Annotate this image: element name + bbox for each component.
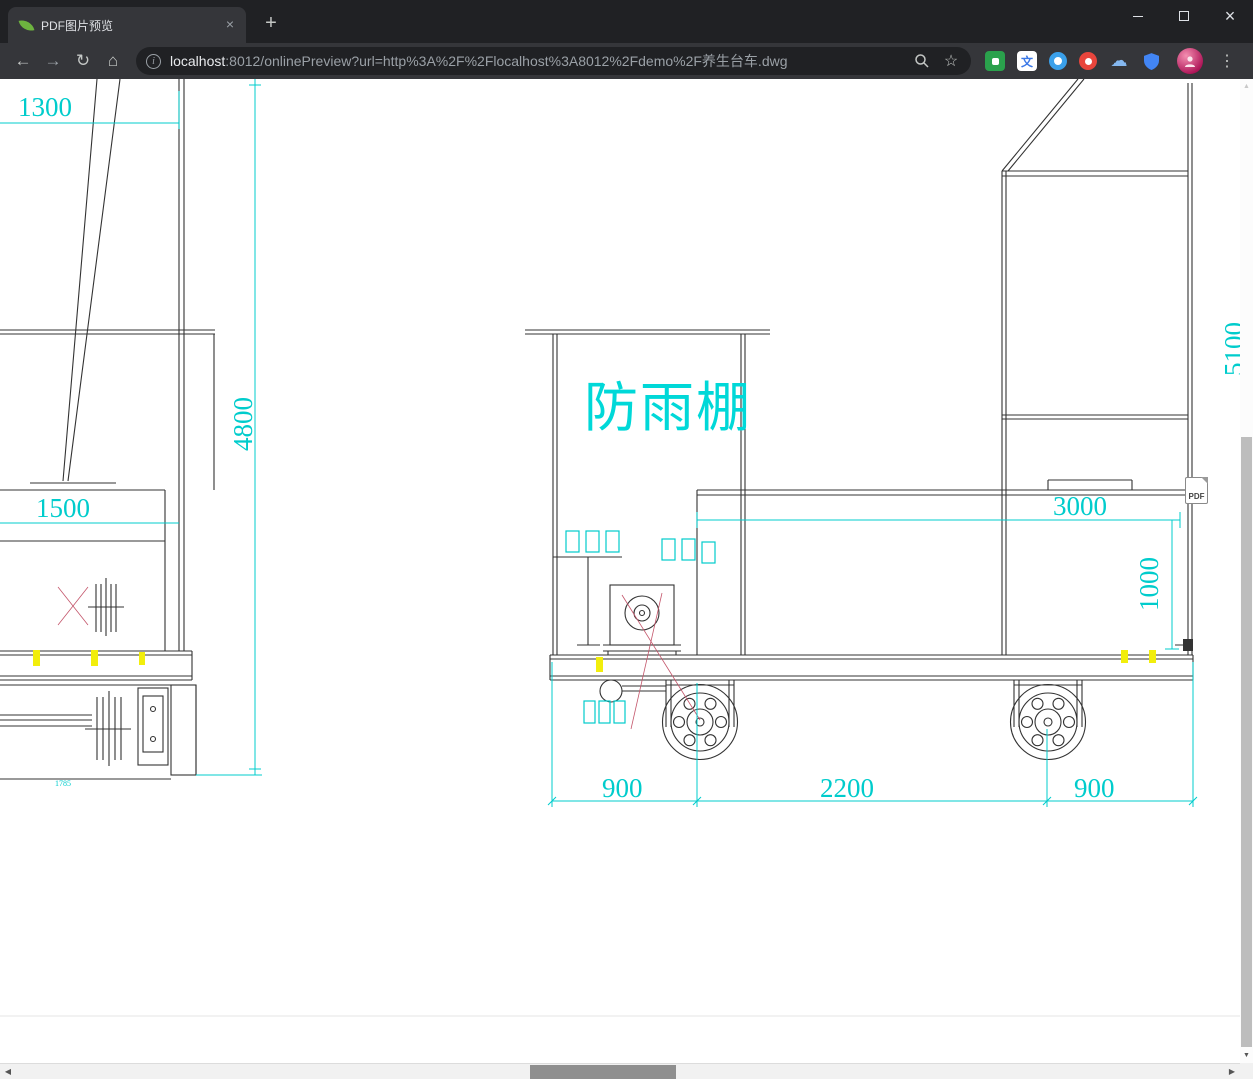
bookmark-star-icon[interactable]: ☆: [941, 51, 961, 71]
pdf-preview-page: 1300 4800 1500 5100 3000 1000 900 2200 9…: [0, 79, 1253, 1079]
cloud-extension-icon[interactable]: ☁: [1109, 51, 1129, 71]
right-structure-linework: [696, 79, 1193, 655]
tab-close-icon[interactable]: ×: [222, 17, 238, 33]
scrollbar-corner: [1240, 1063, 1253, 1079]
tab-title: PDF图片预览: [41, 18, 114, 33]
scroll-left-icon[interactable]: ◀: [0, 1064, 16, 1079]
zoom-icon[interactable]: [912, 51, 932, 71]
minimize-icon: [1133, 15, 1143, 17]
dimension-labels: 1300 4800 1500 5100 3000 1000 900 2200 9…: [18, 92, 1240, 803]
dim-1300: 1300: [18, 92, 72, 122]
dim-small: 1785: [55, 779, 71, 788]
blue-circle-extension-icon[interactable]: [1049, 52, 1067, 70]
pdf-file-badge-icon[interactable]: PDF: [1185, 477, 1208, 504]
dim-1500: 1500: [36, 493, 90, 523]
scroll-right-icon[interactable]: ▶: [1224, 1064, 1240, 1079]
url-path: :8012/onlinePreview?url=http%3A%2F%2Floc…: [225, 53, 788, 69]
red-extension-icon[interactable]: [1079, 52, 1097, 70]
dim-900-left: 900: [602, 773, 643, 803]
dim-4800: 4800: [228, 397, 258, 451]
left-structure-linework: [0, 79, 215, 780]
back-button[interactable]: ←: [8, 47, 38, 75]
reload-button[interactable]: ↻: [68, 47, 98, 75]
yellow-highlights: [33, 650, 1156, 672]
shield-extension-icon[interactable]: [1141, 51, 1161, 71]
extensions-area: 文 ☁ ⋮: [979, 47, 1245, 75]
close-button[interactable]: ×: [1207, 0, 1253, 32]
pdf-badge-text: PDF: [1188, 492, 1205, 501]
dim-3000: 3000: [1053, 491, 1107, 521]
dim-2200: 2200: [820, 773, 874, 803]
url-text[interactable]: localhost:8012/onlinePreview?url=http%3A…: [170, 51, 903, 71]
home-button[interactable]: ⌂: [98, 47, 128, 75]
scroll-up-icon[interactable]: ▲: [1240, 79, 1253, 94]
dim-5100: 5100: [1219, 322, 1240, 376]
scroll-down-icon[interactable]: ▼: [1240, 1048, 1253, 1063]
site-info-icon[interactable]: i: [146, 53, 161, 69]
horizontal-scrollbar-thumb[interactable]: [530, 1065, 676, 1079]
green-extension-icon[interactable]: [985, 51, 1005, 71]
spring-leaf-favicon-icon: [18, 17, 35, 33]
rear-wheel: [1009, 680, 1087, 761]
address-bar[interactable]: i localhost:8012/onlinePreview?url=http%…: [136, 47, 971, 75]
profile-avatar[interactable]: [1177, 48, 1203, 74]
minimize-button[interactable]: [1115, 0, 1161, 32]
close-icon: ×: [1224, 6, 1236, 26]
browser-toolbar: ← → ↻ ⌂ i localhost:8012/onlinePreview?u…: [0, 43, 1253, 79]
dim-900-right: 900: [1074, 773, 1115, 803]
translate-extension-icon[interactable]: 文: [1017, 51, 1037, 71]
tab-strip: PDF图片预览 × + ×: [0, 0, 1253, 43]
dim-1000: 1000: [1134, 557, 1164, 611]
maximize-icon: [1179, 11, 1189, 21]
browser-window: PDF图片预览 × + × ← → ↻ ⌂ i localhost:8012/o…: [0, 0, 1253, 1079]
shelter-label: 防雨棚: [584, 378, 752, 438]
forward-button[interactable]: →: [38, 47, 68, 75]
tab-pdf-preview[interactable]: PDF图片预览 ×: [8, 7, 246, 43]
window-controls: ×: [1115, 0, 1253, 32]
browser-menu-icon[interactable]: ⋮: [1215, 47, 1239, 75]
url-host: localhost: [170, 53, 226, 69]
new-tab-button[interactable]: +: [258, 11, 284, 37]
cad-drawing: 1300 4800 1500 5100 3000 1000 900 2200 9…: [0, 79, 1240, 1017]
horizontal-scrollbar[interactable]: ◀ ▶: [0, 1063, 1240, 1079]
center-mark-lines: [57, 586, 701, 730]
vertical-scrollbar[interactable]: ▲ ▼: [1240, 79, 1253, 1063]
maximize-button[interactable]: [1161, 0, 1207, 32]
vertical-scrollbar-thumb[interactable]: [1241, 437, 1252, 1047]
